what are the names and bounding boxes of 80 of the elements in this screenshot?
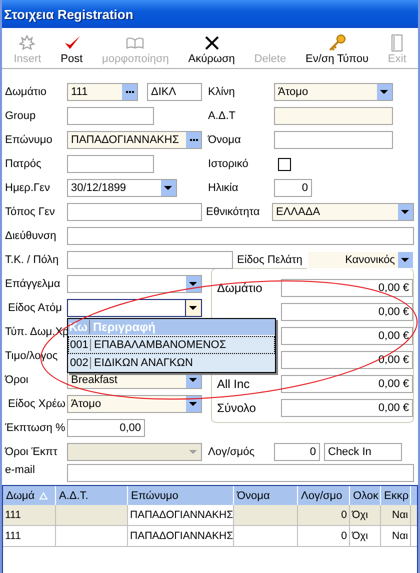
amount-field: 0,00 €	[281, 351, 413, 369]
field-label: Δωμάτιο	[217, 281, 262, 295]
number-field[interactable]: 0,00	[67, 419, 145, 437]
field-label: Είδος Χρέω	[7, 398, 66, 410]
field-label: Όροι Έκπτ	[5, 446, 58, 458]
toolbar-button[interactable]: Ακύρωση	[186, 28, 237, 68]
field-label: Τόπος Γεν	[5, 206, 56, 218]
dropdown-field[interactable]: ΕΛΛΑΔΑ	[272, 203, 414, 221]
column-header: Κω	[68, 320, 90, 334]
amount-field: 0,00 €	[281, 279, 413, 297]
text-field[interactable]	[67, 251, 233, 269]
close-icon	[204, 35, 220, 51]
column-header: Περιγραφή	[92, 320, 156, 334]
table-cell: Όχι	[352, 530, 368, 542]
table-cell: 0	[341, 530, 347, 542]
text-field[interactable]	[67, 107, 154, 125]
table-cell: ΠΑΠΑΔΟΓΙΑΝΝΑΚΗΣ	[130, 509, 234, 521]
dropdown-option[interactable]: 001 ΕΠΑΒΑΛΑΜΒΑΝΟΜΕΝΟΣ	[68, 336, 275, 354]
table-cell: ΠΑΠΑΔΟΓΙΑΝΝΑΚΗΣ	[130, 530, 234, 542]
field-label: Δωμάτιο	[5, 86, 48, 98]
field-label: Είδος Ατόμ	[7, 302, 63, 314]
checkbox[interactable]	[278, 158, 291, 170]
text-field[interactable]	[67, 155, 154, 173]
lookup-field[interactable]: 111	[67, 83, 138, 101]
date-field[interactable]: 30/12/1899	[67, 179, 177, 197]
field-label: Πατρός	[5, 158, 42, 170]
toolbar-button[interactable]: Post	[58, 28, 85, 68]
dropdown-field[interactable]: Κανονικός	[307, 251, 414, 269]
field-label: Επάγγελμα	[5, 278, 62, 290]
table-cell: 0	[341, 509, 347, 521]
door-icon	[391, 34, 404, 52]
amount-field: 0,00 €	[281, 375, 413, 393]
toolbar-button[interactable]: Εν/ση Τύπου	[304, 28, 371, 68]
field-label: All Inc	[217, 377, 250, 391]
amount-field: 0,00 €	[281, 399, 413, 417]
text-field[interactable]	[274, 131, 393, 149]
field-label: Έκπτωση %	[5, 422, 66, 434]
field-label: Σύνολο	[217, 401, 256, 415]
ellipsis-icon	[122, 84, 137, 100]
amount-field: 0,00 €	[281, 327, 413, 345]
window-title: Στοιχεια Registration	[4, 6, 134, 22]
field-label: Όνομα	[208, 134, 242, 146]
text-field[interactable]	[274, 107, 393, 125]
amount-field: 0,00 €	[281, 303, 413, 321]
ellipsis-icon	[186, 132, 201, 148]
table-cell: Όχι	[352, 509, 368, 521]
field-label: e-mail	[5, 464, 36, 476]
table-cell: Ναι	[392, 509, 408, 521]
table-cell: 111	[5, 530, 21, 542]
field-label: Ηλικία	[208, 182, 240, 194]
field-label: Group	[5, 110, 37, 122]
table-cell: 111	[5, 509, 21, 521]
text-field[interactable]: ΔΙΚΛ	[147, 83, 202, 101]
text-field[interactable]	[67, 203, 202, 221]
field-label: Εθνικότητα	[206, 206, 261, 218]
field-label: Επώνυμο	[5, 134, 54, 146]
text-field[interactable]	[67, 464, 414, 482]
field-label: Λογ/σμός	[208, 446, 256, 458]
field-label: Α.Δ.Τ	[208, 110, 237, 122]
book-icon	[126, 36, 144, 50]
sort-arrow-icon	[38, 492, 48, 500]
key-icon	[328, 34, 346, 52]
number-field[interactable]: 0	[274, 179, 312, 197]
field-label: Είδος Πελάτη	[237, 254, 304, 266]
number-field[interactable]: 0	[274, 443, 320, 461]
dropdown-field[interactable]: Άτομο	[274, 83, 393, 101]
field-label: Όροι	[5, 374, 30, 386]
dropdown-field[interactable]: Άτομο	[67, 395, 202, 413]
field-label: Ιστορικό	[208, 158, 250, 170]
field-label: Διεύθυνση	[5, 230, 58, 242]
field-label: Τ.Κ. / Πόλη	[5, 254, 60, 266]
table-cell: Ναι	[392, 530, 408, 542]
text-field[interactable]	[67, 227, 414, 245]
dropdown-option[interactable]: 002 ΕΙΔΙΚΩΝ ΑΝΑΓΚΩΝ	[68, 354, 275, 372]
status-field: Check In	[324, 443, 402, 461]
lookup-field[interactable]: ΠΑΠΑΔΟΓΙΑΝΝΑΚΗΣ	[67, 131, 202, 149]
field-label: Κλίνη	[208, 86, 236, 98]
field-label: Ημερ.Γεν	[5, 182, 51, 194]
dropdown-field[interactable]	[67, 275, 202, 293]
burst-icon	[18, 34, 36, 52]
